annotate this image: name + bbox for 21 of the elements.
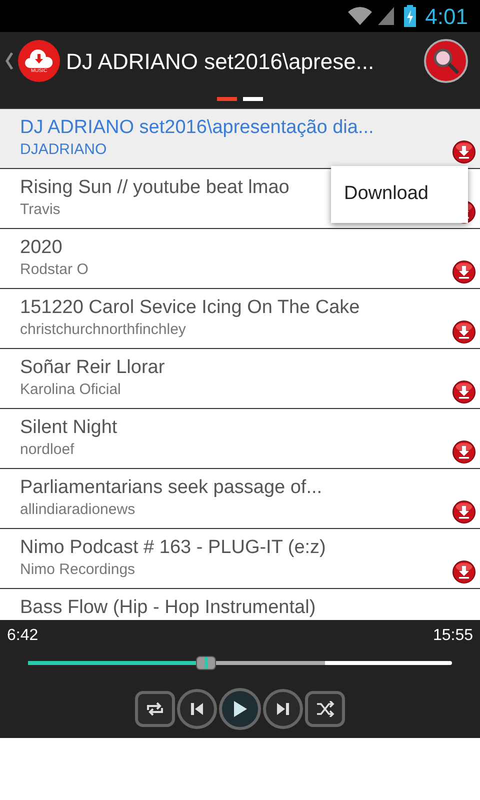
track-title: DJ ADRIANO set2016\apresentação dia...: [20, 117, 374, 139]
track-artist: christchurchnorthfinchley: [20, 321, 186, 339]
track-title: Silent Night: [20, 417, 118, 439]
screen-title: DJ ADRIANO set2016\aprese...: [66, 48, 376, 76]
track-artist: Rodstar O: [20, 261, 88, 279]
track-artist: nordloef: [20, 441, 74, 459]
track-artist: Nimo Recordings: [20, 561, 136, 579]
track-title: 2020: [20, 237, 62, 259]
track-artist: Travis: [20, 201, 60, 219]
track-title: Soñar Reir Llorar: [20, 357, 165, 379]
track-title: Rising Sun // youtube beat lmao: [20, 177, 290, 199]
total-time: 15:55: [432, 626, 473, 646]
track-title: Nimo Podcast # 163 - PLUG-IT (e:z): [20, 537, 326, 559]
track-title: Bass Flow (Hip - Hop Instrumental): [20, 597, 316, 619]
track-artist: allindiaradionews: [20, 501, 136, 519]
clock: 4:01: [425, 2, 468, 30]
track-title: Parliamentarians seek passage of...: [20, 477, 322, 499]
elapsed-time: 6:42: [7, 626, 38, 646]
track-title: 151220 Carol Sevice Icing On The Cake: [20, 297, 360, 319]
track-artist: DJADRIANO: [20, 141, 107, 159]
track-artist: Karolina Oficial: [20, 381, 121, 399]
